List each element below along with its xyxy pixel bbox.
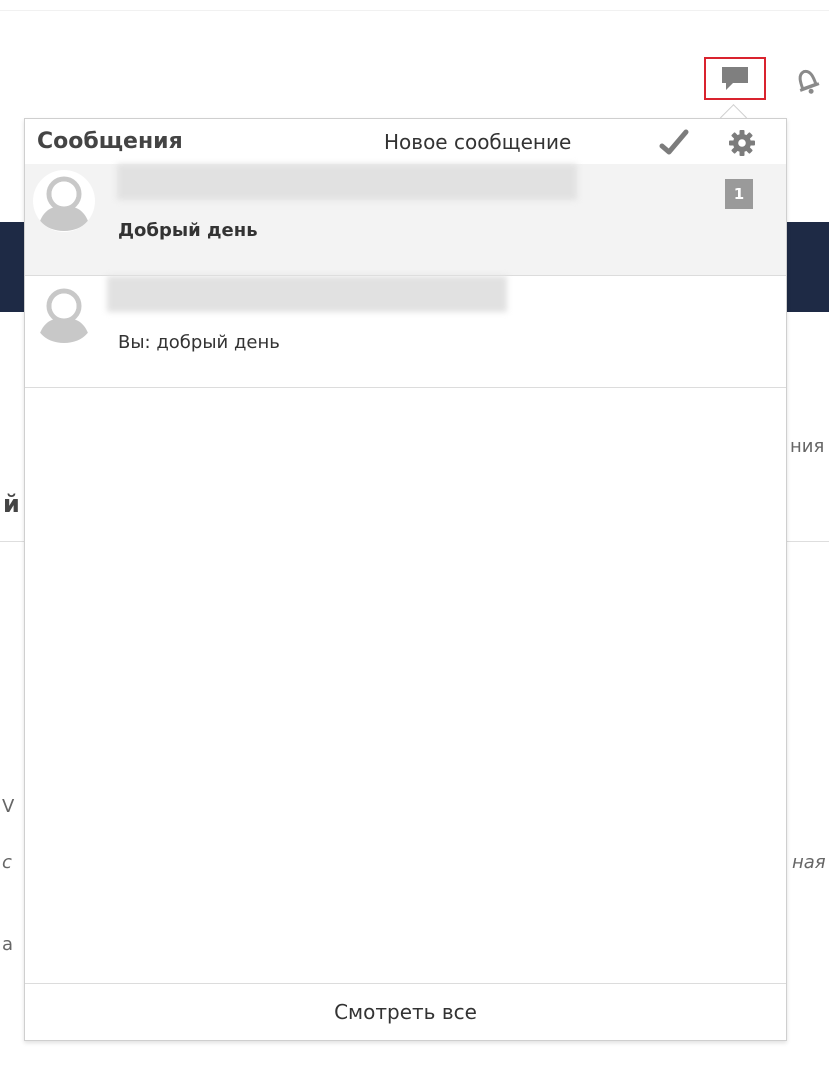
user-avatar-icon [34,283,94,343]
sender-name-redacted [107,276,507,312]
message-preview: Добрый день [118,220,258,241]
checkmark-icon [659,129,689,155]
message-settings-button[interactable] [725,126,759,160]
sender-name-redacted [117,164,577,200]
notifications-button[interactable] [787,62,827,98]
avatar [33,282,95,344]
messages-popover: Сообщения Новое сообщение Добрый день 1 … [24,118,787,1041]
avatar [33,170,95,232]
message-preview: Вы: добрый день [118,332,280,353]
gear-icon [729,130,755,156]
background-text-fragment: ная [792,852,826,873]
new-message-link[interactable]: Новое сообщение [384,130,571,154]
background-text-fragment: а [2,934,14,955]
background-text-fragment: ния [790,436,825,457]
mark-all-read-button[interactable] [658,128,690,158]
bell-icon [798,69,820,94]
background-text-fragment: с [2,852,12,873]
background-text-fragment: V [2,796,15,817]
unread-count-badge: 1 [725,179,753,209]
speech-bubble-icon [722,66,748,90]
page-top-border [0,10,829,11]
popover-header: Сообщения Новое сообщение [25,119,786,164]
messages-toggle-button[interactable] [704,57,766,100]
view-all-link[interactable]: Смотреть все [25,983,786,1040]
background-heading-fragment: й [3,490,20,518]
conversation-item[interactable]: Вы: добрый день [25,276,786,388]
popover-title: Сообщения [37,129,183,154]
conversation-item[interactable]: Добрый день 1 [25,164,786,276]
user-avatar-icon [34,171,94,231]
